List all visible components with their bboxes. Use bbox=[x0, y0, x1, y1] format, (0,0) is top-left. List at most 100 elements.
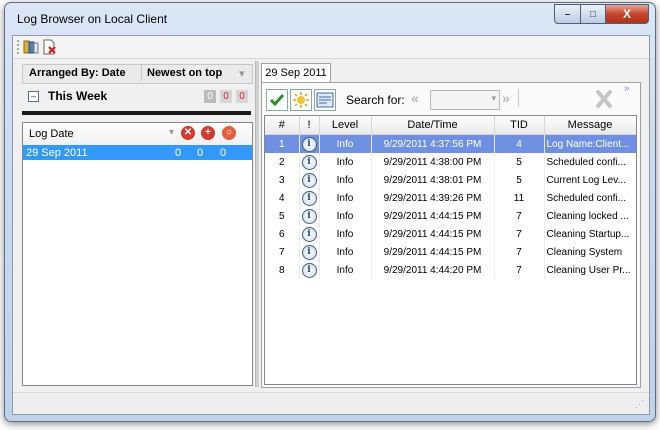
level-cell: Info bbox=[319, 134, 372, 153]
resize-grip-icon[interactable]: ⋰ bbox=[635, 399, 645, 410]
newest-on-top-label[interactable]: Newest on top bbox=[147, 67, 222, 79]
row-number: 8 bbox=[265, 261, 300, 279]
level-cell: Info bbox=[319, 261, 372, 279]
sun-icon bbox=[293, 92, 309, 108]
column-header-number[interactable]: # bbox=[265, 116, 300, 135]
datetime-cell: 9/29/2011 4:38:01 PM bbox=[371, 171, 495, 189]
tid-cell: 7 bbox=[494, 207, 545, 225]
log-date-column[interactable]: Log Date bbox=[29, 128, 74, 140]
message-cell: Scheduled confi... bbox=[544, 189, 636, 207]
message-cell: Cleaning User Pr... bbox=[544, 261, 636, 279]
log-date-header[interactable]: Log Date ▾ ✕ + ○ bbox=[23, 123, 252, 146]
search-dropdown-icon[interactable]: ▾ bbox=[491, 93, 496, 104]
info-icon: i bbox=[301, 172, 317, 188]
column-header-tid[interactable]: TID bbox=[494, 116, 545, 135]
row-number: 4 bbox=[265, 189, 300, 207]
toolbar-grip[interactable] bbox=[17, 40, 21, 54]
datetime-cell: 9/29/2011 4:44:20 PM bbox=[371, 261, 495, 279]
title-bar[interactable]: Log Browser on Local Client – □ X bbox=[5, 3, 655, 35]
info-cell: i bbox=[299, 134, 320, 153]
table-row[interactable]: 8 i Info 9/29/2011 4:44:20 PM 7 Cleaning User… bbox=[265, 261, 636, 279]
delete-log-icon[interactable] bbox=[42, 39, 58, 55]
close-button[interactable]: X bbox=[606, 4, 649, 24]
search-input[interactable]: ▾ bbox=[430, 90, 500, 110]
error-filter-icon[interactable]: ✕ bbox=[181, 126, 195, 140]
datetime-cell: 9/29/2011 4:44:15 PM bbox=[371, 225, 495, 243]
count-badge: 0 bbox=[204, 90, 216, 103]
count-b: 0 bbox=[197, 147, 204, 159]
group-label: This Week bbox=[48, 89, 108, 103]
column-header-datetime[interactable]: Date/Time bbox=[371, 116, 495, 135]
report-button[interactable] bbox=[314, 89, 336, 111]
count-badge: 0 bbox=[220, 90, 232, 103]
log-grid[interactable]: # ! Level Date/Time TID Message 1 i Info 9/… bbox=[264, 115, 637, 385]
level-cell: Info bbox=[319, 189, 372, 207]
check-button[interactable] bbox=[266, 89, 288, 111]
table-row[interactable]: 6 i Info 9/29/2011 4:44:15 PM 7 Cleaning Star… bbox=[265, 225, 636, 243]
level-cell: Info bbox=[319, 225, 372, 243]
list-item[interactable]: 29 Sep 2011 0 0 0 bbox=[23, 145, 252, 160]
info-filter-icon[interactable]: ○ bbox=[222, 126, 236, 140]
table-row[interactable]: 5 i Info 9/29/2011 4:44:15 PM 7 Cleaning lock… bbox=[265, 207, 636, 225]
info-cell: i bbox=[299, 225, 320, 243]
search-next-icon[interactable]: » bbox=[502, 90, 510, 106]
clear-filter-icon[interactable] bbox=[592, 89, 616, 109]
info-icon: i bbox=[301, 244, 317, 260]
datetime-cell: 9/29/2011 4:44:15 PM bbox=[371, 207, 495, 225]
row-number: 1 bbox=[265, 134, 300, 153]
arranged-by-label[interactable]: Arranged By: Date bbox=[29, 67, 126, 79]
info-cell: i bbox=[299, 153, 320, 171]
table-row[interactable]: 3 i Info 9/29/2011 4:38:01 PM 5 Current Log L… bbox=[265, 171, 636, 189]
table-row[interactable]: 7 i Info 9/29/2011 4:44:15 PM 7 Cleaning Syst… bbox=[265, 243, 636, 261]
right-pane: 29 Sep 2011 Search for: « ▾ » » # ! Leve… bbox=[261, 61, 641, 388]
tid-cell: 5 bbox=[494, 153, 545, 171]
overflow-chevron-icon[interactable]: » bbox=[624, 83, 630, 94]
warning-filter-icon[interactable]: + bbox=[201, 126, 215, 140]
row-number: 2 bbox=[265, 153, 300, 171]
column-header-message[interactable]: Message bbox=[544, 116, 636, 135]
tab-date[interactable]: 29 Sep 2011 bbox=[261, 63, 331, 83]
row-number: 5 bbox=[265, 207, 300, 225]
log-date-list[interactable]: Log Date ▾ ✕ + ○ 29 Sep 2011 0 0 0 bbox=[22, 122, 253, 386]
group-divider bbox=[22, 111, 251, 115]
sort-chevron-icon[interactable]: ▾ bbox=[239, 67, 245, 80]
status-bar: ⋰ bbox=[13, 392, 649, 414]
row-number: 3 bbox=[265, 171, 300, 189]
highlight-button[interactable] bbox=[290, 89, 312, 111]
arrange-header[interactable]: Arranged By: Date Newest on top ▾ bbox=[22, 64, 253, 84]
info-icon: i bbox=[301, 226, 317, 242]
minimize-button[interactable]: – bbox=[554, 4, 581, 24]
search-previous-icon[interactable]: « bbox=[411, 90, 419, 106]
count-a: 0 bbox=[175, 147, 182, 159]
table-row[interactable]: 1 i Info 9/29/2011 4:37:56 PM 4 Log Name:Clie… bbox=[265, 134, 636, 153]
grid-header: # ! Level Date/Time TID Message bbox=[265, 116, 636, 135]
table-row[interactable]: 4 i Info 9/29/2011 4:39:26 PM 11 Scheduled co… bbox=[265, 189, 636, 207]
message-cell: Log Name:Client... bbox=[544, 134, 636, 153]
info-cell: i bbox=[299, 171, 320, 189]
maximize-button[interactable]: □ bbox=[581, 4, 606, 24]
column-header-flag[interactable]: ! bbox=[299, 116, 320, 135]
window-title: Log Browser on Local Client bbox=[17, 12, 168, 26]
message-cell: Cleaning System bbox=[544, 243, 636, 261]
open-log-icon[interactable] bbox=[23, 39, 39, 55]
info-cell: i bbox=[299, 189, 320, 207]
message-cell: Cleaning locked ... bbox=[544, 207, 636, 225]
pane-splitter[interactable] bbox=[255, 61, 259, 387]
window-buttons: – □ X bbox=[554, 4, 649, 24]
row-number: 7 bbox=[265, 243, 300, 261]
table-row[interactable]: 2 i Info 9/29/2011 4:38:00 PM 5 Scheduled con… bbox=[265, 153, 636, 171]
column-header-level[interactable]: Level bbox=[319, 116, 372, 135]
message-cell: Scheduled confi... bbox=[544, 153, 636, 171]
info-cell: i bbox=[299, 261, 320, 279]
count-badge: 0 bbox=[236, 90, 248, 103]
tid-cell: 7 bbox=[494, 243, 545, 261]
datetime-cell: 9/29/2011 4:38:00 PM bbox=[371, 153, 495, 171]
info-icon: i bbox=[301, 154, 317, 170]
tid-cell: 5 bbox=[494, 171, 545, 189]
collapse-toggle-icon[interactable]: – bbox=[28, 91, 39, 102]
group-this-week[interactable]: – This Week 0 0 0 bbox=[22, 86, 251, 108]
row-number: 6 bbox=[265, 225, 300, 243]
count-c: 0 bbox=[220, 147, 227, 159]
dropdown-arrow-icon[interactable]: ▾ bbox=[169, 127, 174, 138]
client-area: Arranged By: Date Newest on top ▾ – This… bbox=[12, 35, 650, 415]
